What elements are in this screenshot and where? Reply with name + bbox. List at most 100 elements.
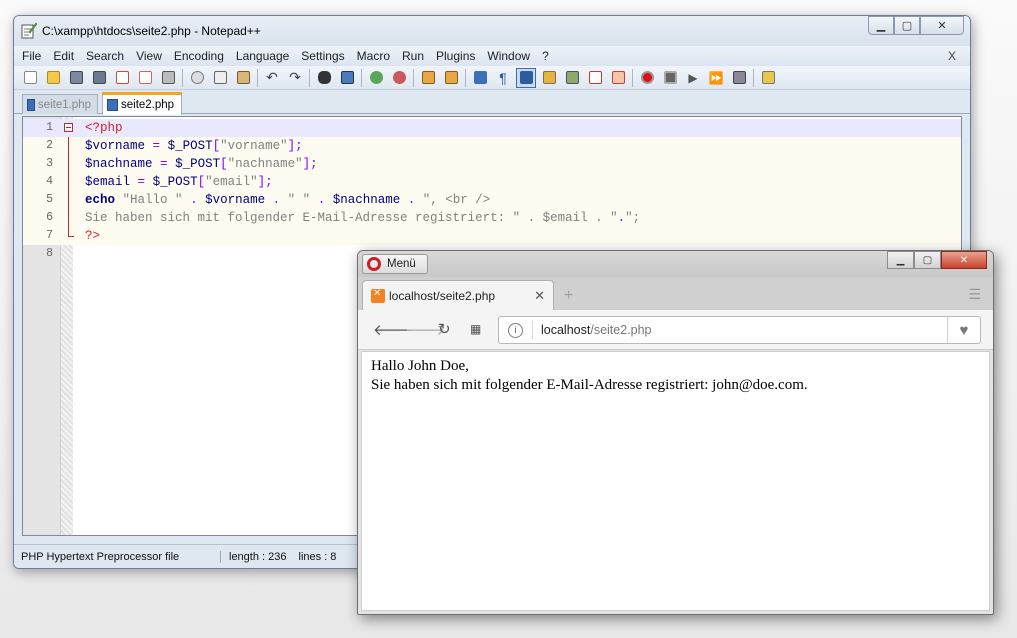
menu-help[interactable]: ? bbox=[536, 49, 555, 63]
indent-guide-button[interactable] bbox=[516, 67, 536, 88]
find-button[interactable] bbox=[314, 68, 334, 88]
close-file-button[interactable] bbox=[112, 68, 132, 88]
menu-plugins[interactable]: Plugins bbox=[430, 49, 481, 63]
menu-file[interactable]: File bbox=[16, 49, 47, 63]
play-macro-button[interactable]: ▶ bbox=[683, 68, 703, 88]
save-button[interactable] bbox=[66, 68, 86, 88]
address-host: localhost bbox=[541, 323, 591, 337]
save-macro-button[interactable] bbox=[729, 68, 749, 88]
reload-button[interactable]: ↻ bbox=[438, 320, 451, 338]
word-wrap-button[interactable] bbox=[470, 68, 490, 88]
function-list-button[interactable] bbox=[585, 68, 605, 88]
new-file-button[interactable] bbox=[20, 68, 40, 88]
address-bar[interactable]: i localhost/seite2.php ♥ bbox=[498, 316, 981, 344]
copy-button[interactable] bbox=[210, 68, 230, 88]
browser-minimize-button[interactable]: ▁ bbox=[887, 251, 914, 269]
code-line[interactable]: 2 $vorname = $_POST["vorname"]; bbox=[23, 137, 961, 155]
status-lines: lines : 8 bbox=[298, 550, 337, 563]
print-button[interactable] bbox=[158, 68, 178, 88]
zoom-in-icon bbox=[369, 71, 383, 84]
browser-navigation-bar: 🡐 🡒 ↻ ▦ i localhost/seite2.php ♥ bbox=[358, 310, 993, 350]
toolbar-separator bbox=[309, 68, 310, 87]
code-text: <?php bbox=[85, 121, 123, 135]
zoom-out-button[interactable] bbox=[389, 68, 409, 88]
close-icon: ✕ bbox=[959, 254, 969, 266]
document-map-icon bbox=[565, 71, 579, 84]
udl-button[interactable] bbox=[539, 68, 559, 88]
zoom-in-button[interactable] bbox=[366, 68, 386, 88]
browser-menu-label: Menü bbox=[387, 258, 416, 270]
menu-language[interactable]: Language bbox=[230, 49, 295, 63]
open-file-button[interactable] bbox=[43, 68, 63, 88]
tab-close-icon[interactable]: ✕ bbox=[534, 288, 545, 304]
code-line[interactable]: 5 echo "Hallo " . $vorname . " " . $nachn… bbox=[23, 191, 961, 209]
browser-titlebar[interactable]: Menü ▁ ▢ ✕ bbox=[358, 251, 993, 277]
browser-tab[interactable]: localhost/seite2.php ✕ bbox=[362, 280, 554, 310]
sync-vertical-icon bbox=[421, 71, 435, 84]
code-text: ?> bbox=[85, 229, 101, 243]
menu-macro[interactable]: Macro bbox=[351, 49, 396, 63]
doc-map-button[interactable] bbox=[562, 68, 582, 88]
tab-seite1[interactable]: seite1.php bbox=[22, 94, 98, 114]
maximize-icon: ▢ bbox=[922, 254, 933, 266]
record-macro-button[interactable] bbox=[637, 68, 657, 88]
cut-button[interactable] bbox=[187, 68, 207, 88]
notepad-titlebar[interactable]: C:\xampp\htdocs\seite2.php - Notepad++ ▁… bbox=[14, 16, 970, 46]
file-save-icon bbox=[107, 99, 118, 111]
paste-button[interactable] bbox=[233, 68, 253, 88]
stop-icon bbox=[663, 71, 677, 84]
stop-macro-button[interactable] bbox=[660, 68, 680, 88]
fold-end bbox=[68, 227, 74, 237]
code-line[interactable]: 4 $email = $_POST["email"]; bbox=[23, 173, 961, 191]
code-line[interactable]: 1 <?php bbox=[23, 119, 961, 137]
code-text: $nachname = $_POST["nachname"]; bbox=[85, 157, 318, 171]
replace-button[interactable] bbox=[337, 68, 357, 88]
code-line[interactable]: 7 ?> bbox=[23, 227, 961, 245]
run-macro-multiple-button[interactable]: ⏩ bbox=[706, 68, 726, 88]
browser-window: Menü ▁ ▢ ✕ localhost/seite2.php ✕ + ☰ 🡐 … bbox=[357, 250, 994, 615]
fold-minus-icon[interactable] bbox=[64, 123, 73, 132]
browser-menu-button[interactable]: Menü bbox=[362, 254, 428, 274]
close-button[interactable]: ✕ bbox=[920, 16, 964, 35]
run-button[interactable] bbox=[758, 68, 778, 88]
menu-edit[interactable]: Edit bbox=[47, 49, 80, 63]
menu-settings[interactable]: Settings bbox=[295, 49, 350, 63]
toolbar: ↶ ↷ ¶ ▶ ⏩ bbox=[14, 66, 970, 90]
close-document-button[interactable]: X bbox=[942, 49, 962, 63]
code-line[interactable]: 6 Sie haben sich mit folgender E-Mail-Adr… bbox=[23, 209, 961, 227]
menu-view[interactable]: View bbox=[130, 49, 168, 63]
show-all-chars-button[interactable]: ¶ bbox=[493, 68, 513, 88]
toolbar-separator bbox=[182, 68, 183, 87]
minimize-button[interactable]: ▁ bbox=[868, 16, 894, 35]
code-line[interactable]: 3 $nachname = $_POST["nachname"]; bbox=[23, 155, 961, 173]
redo-button[interactable]: ↷ bbox=[285, 68, 305, 88]
line-number: 6 bbox=[46, 211, 53, 224]
menu-encoding[interactable]: Encoding bbox=[168, 49, 230, 63]
new-tab-button[interactable]: + bbox=[564, 287, 573, 305]
undo-button[interactable]: ↶ bbox=[262, 68, 282, 88]
maximize-button[interactable]: ▢ bbox=[894, 16, 920, 35]
sync-horizontal-button[interactable] bbox=[441, 68, 461, 88]
menu-run[interactable]: Run bbox=[396, 49, 430, 63]
close-all-button[interactable] bbox=[135, 68, 155, 88]
browser-close-button[interactable]: ✕ bbox=[941, 251, 987, 269]
word-wrap-icon bbox=[473, 71, 487, 84]
menu-search[interactable]: Search bbox=[80, 49, 130, 63]
new-file-icon bbox=[23, 71, 37, 84]
code-text: $vorname = $_POST["vorname"]; bbox=[85, 139, 303, 153]
sync-vertical-button[interactable] bbox=[418, 68, 438, 88]
menu-window[interactable]: Window bbox=[481, 49, 536, 63]
line-number: 7 bbox=[46, 229, 53, 242]
line-number: 3 bbox=[46, 157, 53, 170]
save-macro-icon bbox=[732, 71, 746, 84]
folder-workspace-button[interactable] bbox=[608, 68, 628, 88]
printer-icon bbox=[161, 71, 175, 84]
browser-maximize-button[interactable]: ▢ bbox=[914, 251, 941, 269]
tab-label: seite1.php bbox=[37, 98, 91, 111]
bookmark-heart-icon[interactable]: ♥ bbox=[947, 317, 980, 343]
save-all-button[interactable] bbox=[89, 68, 109, 88]
tab-menu-icon[interactable]: ☰ bbox=[968, 286, 981, 303]
speed-dial-grid-icon[interactable]: ▦ bbox=[470, 322, 481, 336]
site-info-icon[interactable]: i bbox=[508, 322, 523, 338]
tab-seite2[interactable]: seite2.php bbox=[102, 92, 182, 115]
